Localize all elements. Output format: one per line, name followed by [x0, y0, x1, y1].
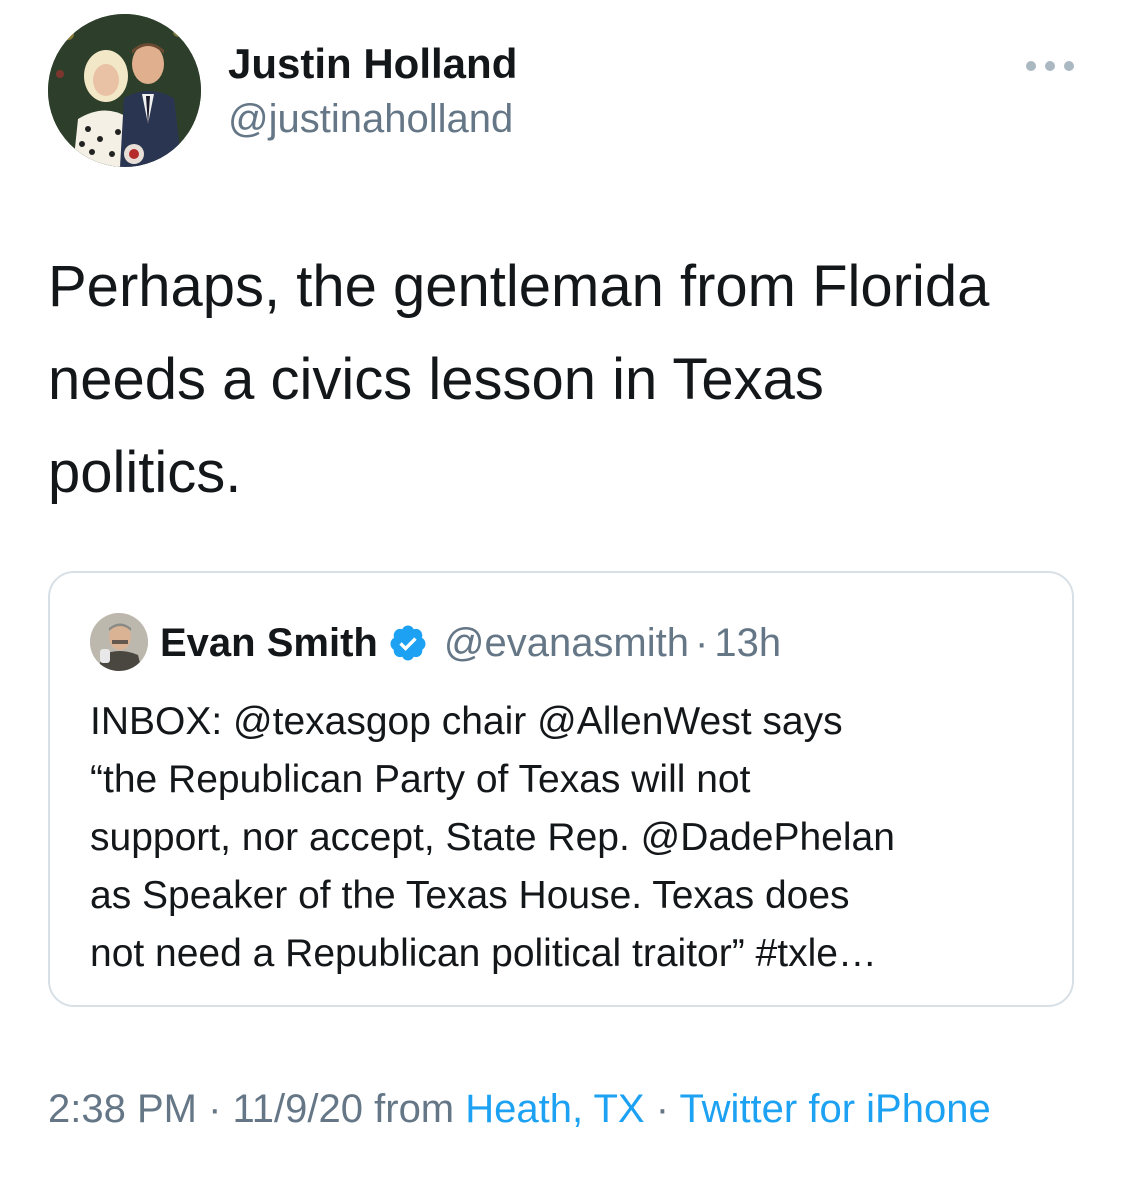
- author-avatar[interactable]: [48, 14, 201, 167]
- quoted-tweet-text: INBOX: @texasgop chair @AllenWest says “…: [90, 700, 895, 975]
- author-handle[interactable]: @justinaholland: [228, 94, 513, 144]
- more-horizontal-icon: [1026, 61, 1036, 71]
- from-label: from: [363, 1087, 466, 1131]
- source-link[interactable]: Twitter for iPhone: [679, 1087, 990, 1131]
- quoted-tweet-card[interactable]: Evan Smith @evanasmith · 13h INBOX: @tex…: [48, 571, 1074, 1007]
- avatar-image: [48, 14, 201, 167]
- quoted-author-name[interactable]: Evan Smith: [160, 621, 378, 666]
- quoted-avatar-image: [90, 613, 148, 671]
- tweet-date[interactable]: 11/9/20: [233, 1087, 364, 1131]
- quoted-tweet-header: Evan Smith @evanasmith · 13h: [160, 615, 781, 671]
- quoted-separator: ·: [695, 620, 709, 665]
- meta-separator: ·: [644, 1087, 680, 1131]
- verified-badge-icon: [388, 623, 428, 663]
- author-name[interactable]: Justin Holland: [228, 38, 517, 90]
- tweet: Justin Holland @justinaholland Perhaps, …: [0, 0, 1124, 1199]
- location-link[interactable]: Heath, TX: [465, 1087, 644, 1131]
- more-horizontal-icon-dot: [1045, 61, 1055, 71]
- tweet-metadata: 2:38 PM · 11/9/20 from Heath, TX · Twitt…: [48, 1080, 1048, 1138]
- more-horizontal-icon-dot: [1064, 61, 1074, 71]
- quoted-author-avatar[interactable]: [90, 613, 148, 671]
- more-options-button[interactable]: [1026, 56, 1074, 76]
- tweet-text: Perhaps, the gentleman from Florida need…: [48, 254, 990, 505]
- quoted-timestamp[interactable]: 13h: [714, 621, 781, 666]
- quoted-author-handle[interactable]: @evanasmith: [444, 621, 689, 666]
- tweet-time[interactable]: 2:38 PM: [48, 1087, 197, 1131]
- meta-separator: ·: [196, 1087, 233, 1131]
